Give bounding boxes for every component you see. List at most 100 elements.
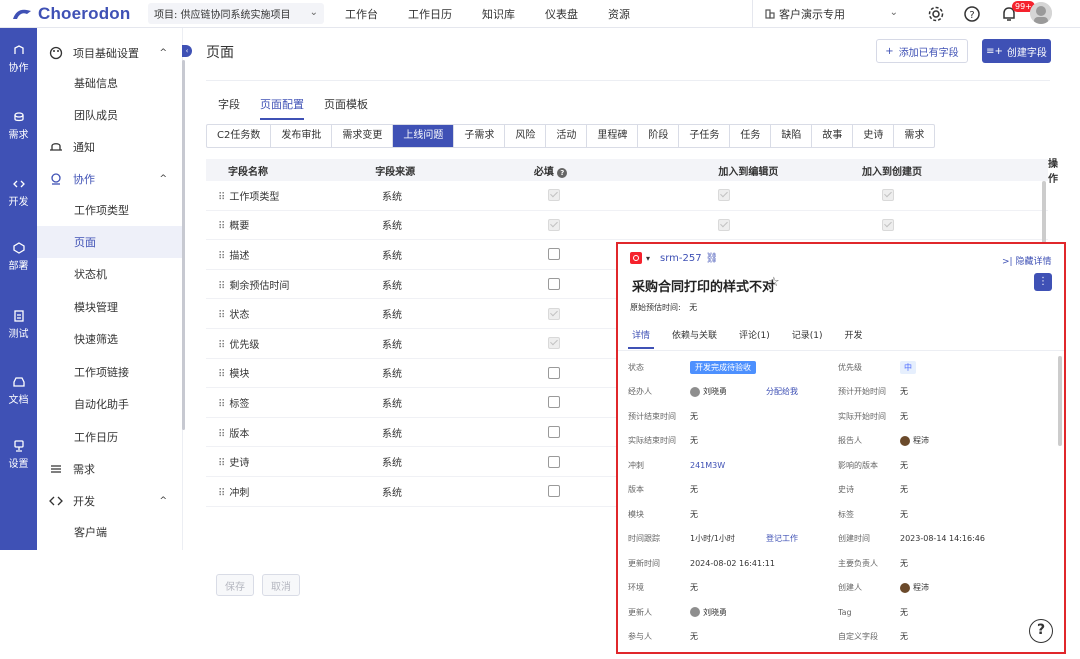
sidebar-item-client[interactable]: 客户端 bbox=[37, 516, 183, 548]
org-selector[interactable]: 客户演示专用 ⌄ bbox=[752, 0, 912, 28]
issue-type-tab[interactable]: 故事 bbox=[812, 125, 854, 147]
nav-knowledge[interactable]: 知识库 bbox=[482, 6, 515, 22]
drag-handle-icon[interactable]: ⠿ bbox=[218, 399, 225, 410]
drag-handle-icon[interactable]: ⠿ bbox=[218, 369, 225, 380]
drag-handle-icon[interactable]: ⠿ bbox=[218, 192, 225, 203]
handler-value[interactable]: 刘晓勇 bbox=[690, 386, 727, 397]
gear-icon[interactable] bbox=[927, 5, 945, 23]
status-badge[interactable]: 开发完成待验收 bbox=[690, 360, 756, 374]
sidebar-group-development[interactable]: 开发 ^ bbox=[37, 486, 183, 516]
sidebar-item-state-machine[interactable]: 状态机 bbox=[37, 258, 183, 290]
issue-id[interactable]: srm-257 bbox=[660, 253, 702, 264]
required-checkbox[interactable] bbox=[548, 485, 560, 498]
nav-workbench[interactable]: 工作台 bbox=[345, 6, 378, 22]
drag-handle-icon[interactable]: ⠿ bbox=[218, 429, 225, 440]
sidebar-scrollbar[interactable] bbox=[182, 60, 185, 430]
link-icon[interactable]: ⛓ bbox=[706, 253, 719, 264]
sidebar-group-requirements[interactable]: 需求 bbox=[37, 454, 183, 484]
required-checkbox[interactable] bbox=[548, 366, 560, 379]
module-collaboration[interactable]: 协作 bbox=[0, 44, 37, 74]
priority-badge[interactable]: 中 bbox=[900, 360, 916, 374]
drag-handle-icon[interactable]: ⠿ bbox=[218, 251, 225, 262]
required-checkbox[interactable] bbox=[548, 396, 560, 409]
save-button[interactable]: 保存 bbox=[216, 574, 254, 596]
tab-fields[interactable]: 字段 bbox=[218, 96, 240, 120]
required-checkbox[interactable] bbox=[548, 426, 560, 439]
issue-type-tab[interactable]: 子任务 bbox=[679, 125, 731, 147]
module-development[interactable]: 开发 bbox=[0, 178, 37, 208]
sidebar-item-work-calendar[interactable]: 工作日历 bbox=[37, 421, 183, 453]
star-icon[interactable]: ☆ bbox=[768, 275, 780, 290]
sidebar-group-project-settings[interactable]: 项目基础设置 ^ bbox=[37, 38, 183, 68]
sidebar-group-collaboration[interactable]: 协作 ^ bbox=[37, 164, 183, 194]
nav-resource[interactable]: 资源 bbox=[608, 6, 630, 22]
cancel-button[interactable]: 取消 bbox=[262, 574, 300, 596]
detail-scrollbar[interactable] bbox=[1058, 356, 1062, 446]
collapse-sidebar-button[interactable]: ‹ bbox=[182, 45, 192, 57]
issue-type-tab[interactable]: 缺陷 bbox=[771, 125, 813, 147]
tab-detail[interactable]: 详情 bbox=[628, 328, 655, 349]
sidebar-item-issue-types[interactable]: 工作项类型 bbox=[37, 194, 183, 226]
issue-type-tab[interactable]: 任务 bbox=[730, 125, 772, 147]
required-checkbox[interactable] bbox=[548, 278, 560, 291]
sidebar-item-automation[interactable]: 自动化助手 bbox=[37, 388, 183, 420]
required-checkbox[interactable] bbox=[548, 248, 560, 261]
field-source-cell: 系统 bbox=[382, 339, 402, 351]
assign-to-me-link[interactable]: 分配给我 bbox=[766, 386, 798, 397]
sidebar-item-notify[interactable]: 通知 bbox=[37, 132, 183, 162]
field-row: 更新时间 2024-08-02 16:41:11 主要负责人 无 bbox=[628, 558, 908, 568]
issue-type-tab[interactable]: 需求 bbox=[894, 125, 934, 147]
tab-comments[interactable]: 评论(1) bbox=[735, 328, 774, 349]
issue-type-tab[interactable]: 阶段 bbox=[638, 125, 680, 147]
sidebar-item-page[interactable]: 页面 bbox=[37, 226, 183, 258]
module-requirements[interactable]: 需求 bbox=[0, 111, 37, 141]
issue-type-tab[interactable]: 里程碑 bbox=[587, 125, 639, 147]
more-menu-button[interactable]: ⋮ bbox=[1034, 273, 1052, 291]
tab-dependencies[interactable]: 依赖与关联 bbox=[668, 328, 721, 349]
module-docs[interactable]: 文档 bbox=[0, 376, 37, 406]
logo[interactable]: Choerodon bbox=[0, 0, 150, 28]
module-deploy[interactable]: 部署 bbox=[0, 242, 37, 272]
module-settings[interactable]: 设置 bbox=[0, 440, 37, 470]
help-circle-icon[interactable]: ? bbox=[963, 5, 981, 23]
issue-type-tab[interactable]: 发布审批 bbox=[271, 125, 333, 147]
create-field-button[interactable]: ≡+ 创建字段 bbox=[982, 39, 1051, 63]
module-test[interactable]: 测试 bbox=[0, 310, 37, 340]
reporter-value[interactable]: 程沛 bbox=[900, 435, 929, 446]
bug-type-icon[interactable] bbox=[630, 252, 642, 264]
log-work-link[interactable]: 登记工作 bbox=[766, 533, 798, 544]
issue-type-tab[interactable]: 上线问题 bbox=[393, 125, 455, 147]
hide-detail-link[interactable]: >| 隐藏详情 bbox=[1002, 254, 1051, 267]
add-existing-field-button[interactable]: + 添加已有字段 bbox=[876, 39, 968, 63]
issue-type-tab[interactable]: 子需求 bbox=[454, 125, 506, 147]
issue-type-tab[interactable]: 需求变更 bbox=[332, 125, 394, 147]
sidebar-item-quick-filter[interactable]: 快速筛选 bbox=[37, 323, 183, 355]
help-button[interactable]: ? bbox=[1029, 619, 1053, 643]
sidebar-item-basic-info[interactable]: 基础信息 bbox=[37, 67, 183, 99]
required-checkbox[interactable] bbox=[548, 455, 560, 468]
drag-handle-icon[interactable]: ⠿ bbox=[218, 458, 225, 469]
tab-dev[interactable]: 开发 bbox=[841, 328, 867, 349]
user-avatar[interactable] bbox=[1030, 2, 1052, 24]
issue-type-tab[interactable]: 风险 bbox=[505, 125, 547, 147]
nav-dashboard[interactable]: 仪表盘 bbox=[545, 6, 578, 22]
tab-page-config[interactable]: 页面配置 bbox=[260, 96, 304, 120]
project-selector[interactable]: 项目: 供应链协同系统实施项目 ⌄ bbox=[148, 3, 324, 24]
drag-handle-icon[interactable]: ⠿ bbox=[218, 340, 225, 351]
drag-handle-icon[interactable]: ⠿ bbox=[218, 221, 225, 232]
issue-title[interactable]: 采购合同打印的样式不对 bbox=[632, 276, 775, 295]
sidebar-item-team[interactable]: 团队成员 bbox=[37, 99, 183, 131]
field-name-cell: ⠿ 版本 bbox=[218, 428, 250, 440]
sidebar-item-issue-links[interactable]: 工作项链接 bbox=[37, 356, 183, 388]
drag-handle-icon[interactable]: ⠿ bbox=[218, 488, 225, 499]
tab-records[interactable]: 记录(1) bbox=[788, 328, 827, 349]
sidebar-item-modules[interactable]: 模块管理 bbox=[37, 291, 183, 323]
issue-type-tab[interactable]: C2任务数 bbox=[207, 125, 272, 147]
tab-page-template[interactable]: 页面模板 bbox=[324, 96, 368, 120]
nav-calendar[interactable]: 工作日历 bbox=[408, 6, 452, 22]
drag-handle-icon[interactable]: ⠿ bbox=[218, 281, 225, 292]
drag-handle-icon[interactable]: ⠿ bbox=[218, 310, 225, 321]
issue-type-tab[interactable]: 史诗 bbox=[853, 125, 895, 147]
caret-down-icon[interactable]: ▾ bbox=[646, 254, 650, 263]
issue-type-tab[interactable]: 活动 bbox=[546, 125, 588, 147]
